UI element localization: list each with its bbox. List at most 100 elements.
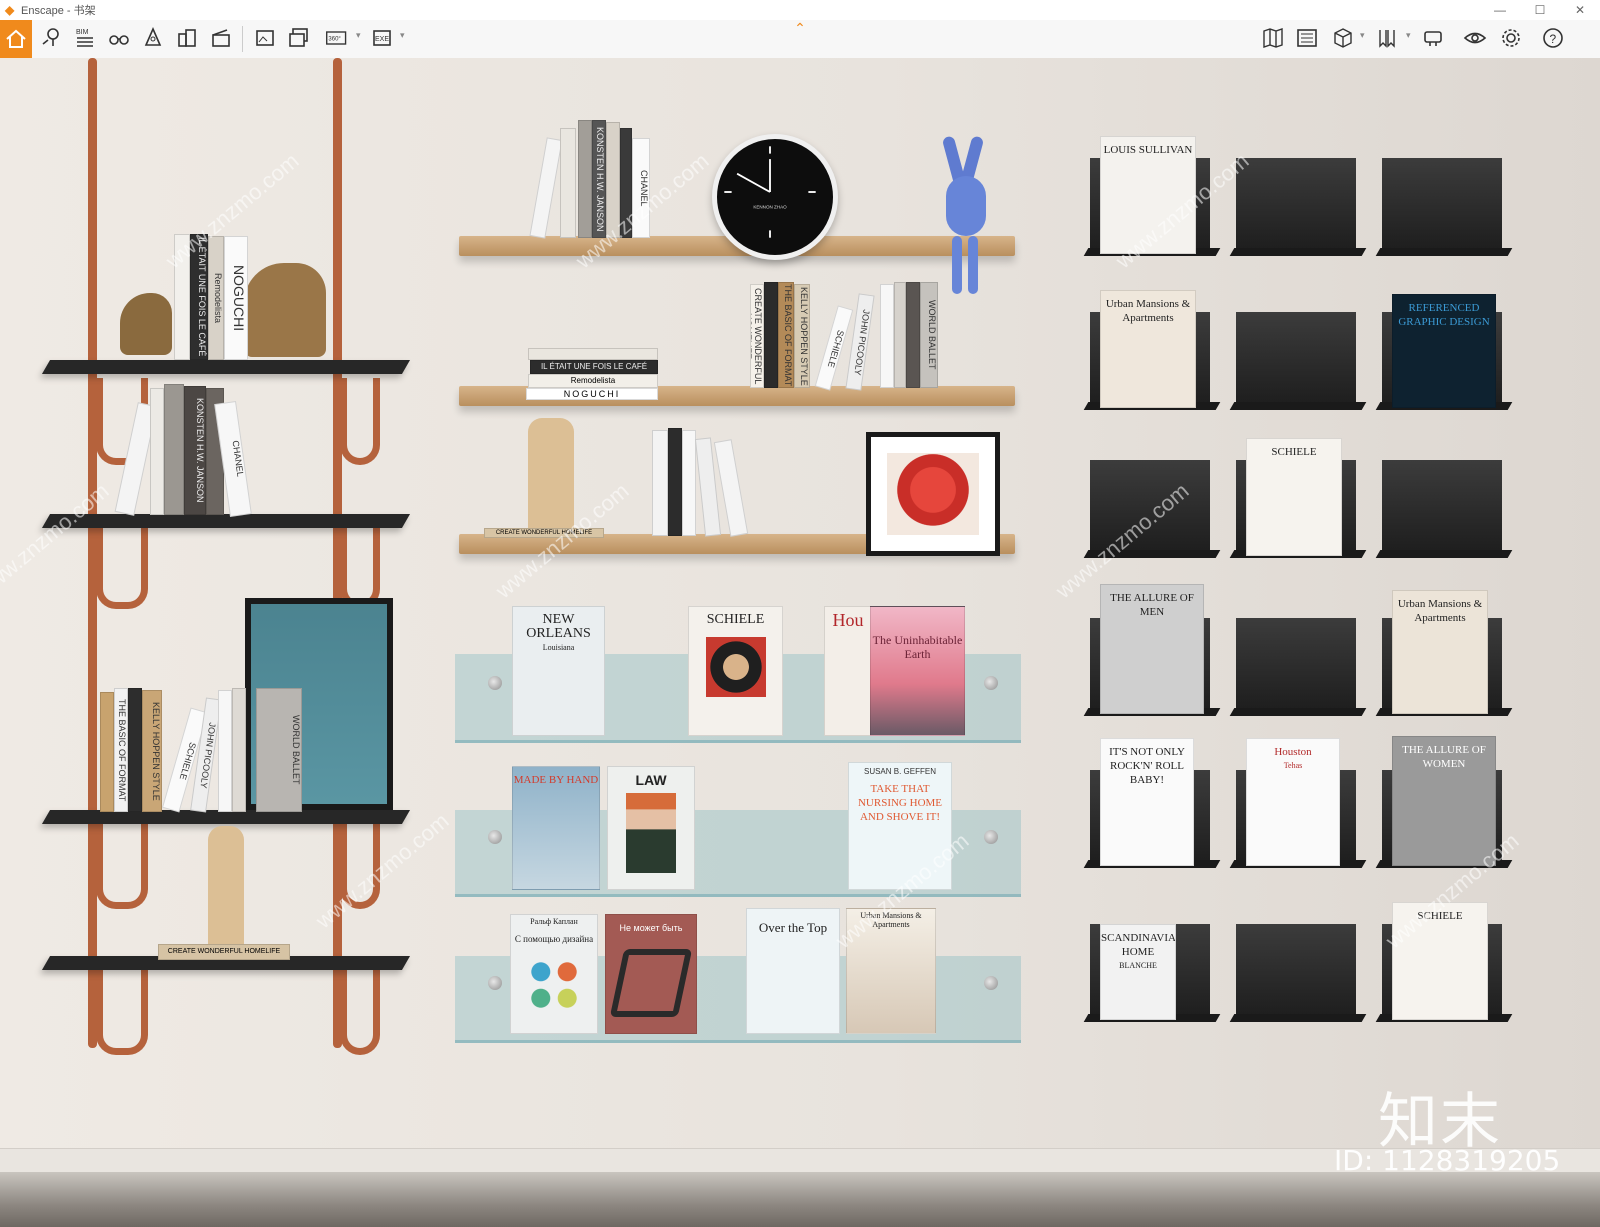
cube-dropdown-caret[interactable]: ▾: [1360, 30, 1365, 41]
magazine-holder: [1375, 460, 1513, 558]
book-spine: [560, 128, 576, 238]
lying-book: CREATE WONDERFUL HOMELIFE: [158, 944, 290, 960]
exe-export-button[interactable]: EXE: [368, 23, 398, 53]
panorama-360-icon: 360°: [326, 31, 347, 45]
location-pin-button[interactable]: [36, 23, 66, 53]
minimize-button[interactable]: —: [1480, 0, 1520, 20]
book-spine: [652, 430, 668, 536]
strap-loop: [340, 524, 380, 609]
home-button[interactable]: [0, 20, 32, 58]
magazine-cover: THE ALLURE OF WOMEN: [1392, 736, 1496, 866]
binoculars-button[interactable]: [104, 23, 134, 53]
strap-loop: [96, 822, 148, 909]
magazine-cover: SCHIELE: [688, 606, 783, 736]
svg-text:KENNON ZHAO: KENNON ZHAO: [753, 204, 787, 209]
viewport-render[interactable]: IL ÉTAIT UNE FOIS LE CAFÉ Remodelista NO…: [0, 58, 1600, 1227]
cube-icon: [1334, 28, 1352, 48]
bookmarks-icon: [1379, 30, 1395, 48]
holder-lip: [1229, 708, 1367, 716]
vr-headset-icon: [1424, 31, 1442, 46]
magazine-holder: [1375, 158, 1513, 256]
svg-text:360°: 360°: [328, 37, 341, 43]
magazine-holder: [1229, 158, 1367, 256]
book-spine: WORLD BALLET: [920, 282, 938, 388]
black-shelf-3: [41, 810, 411, 824]
magazine-title: THE ALLURE OF MEN: [1110, 592, 1194, 618]
lamp-icon: [144, 27, 162, 46]
vr-button[interactable]: [1418, 23, 1448, 53]
shelf-stud: [984, 976, 998, 990]
magazine-cover: Ральф Каплан С помощью дизайна: [510, 914, 598, 1034]
magazine-cover: MADE BY HAND: [512, 766, 600, 890]
visual-settings-button[interactable]: [1460, 23, 1490, 53]
bim-button[interactable]: BIM: [70, 23, 100, 53]
magazine-cover: LAW: [607, 766, 695, 890]
dog-figurine: [120, 293, 172, 355]
clapboard-button[interactable]: [206, 23, 236, 53]
magazine-title: THE ALLURE OF WOMEN: [1402, 744, 1486, 770]
holder-lip: [1375, 550, 1513, 558]
magazine-title: SCHIELE: [1271, 446, 1317, 458]
enscape-logo-icon: ◆: [5, 3, 15, 17]
magazine-cover: Urban Mansions & Apartments: [1100, 290, 1196, 408]
strap-loop: [96, 524, 148, 609]
buildings-button[interactable]: [172, 23, 202, 53]
framed-picture: [866, 432, 1000, 556]
magazine-subtitle: Tehas: [1283, 761, 1303, 770]
book-spine: KONSTEN H.W. JANSON: [184, 386, 206, 515]
magazine-title: Houston: [1274, 746, 1312, 758]
settings-button[interactable]: [1496, 23, 1526, 53]
lying-book: Remodelista: [528, 374, 658, 388]
magazine-cover: THE ALLURE OF MEN: [1100, 584, 1204, 714]
cube-button[interactable]: [1328, 23, 1358, 53]
collapse-toolbar-button[interactable]: ⌃: [792, 20, 808, 36]
shelf-stud: [488, 976, 502, 990]
book-spine: [128, 688, 142, 812]
shelf-stud: [984, 676, 998, 690]
exe-dropdown-caret[interactable]: ▾: [400, 30, 405, 41]
magazine-cover: Urban Mansions & Apartments: [1392, 590, 1488, 714]
holder-lip: [1229, 402, 1367, 410]
bookmarks-dropdown-caret[interactable]: ▾: [1406, 30, 1411, 41]
shelf-stud: [488, 830, 502, 844]
magazine-cover: SCHIELE: [1246, 438, 1342, 556]
eye-icon: [1463, 32, 1487, 44]
assets-button[interactable]: [1292, 23, 1322, 53]
window-title: Enscape - 书架: [21, 5, 96, 17]
book-spine: [880, 284, 894, 388]
book-spine: NOGUCHI: [224, 236, 248, 360]
light-button[interactable]: [138, 23, 168, 53]
magazine-cover: SCANDINAVIAN HOME BLANCHE: [1100, 924, 1176, 1020]
book-spine: [150, 388, 164, 515]
magazine-title: Urban Mansions & Apartments: [1397, 598, 1483, 624]
book-spine: [906, 282, 920, 388]
panorama-button[interactable]: 360°: [320, 23, 354, 53]
magazine-cover: The Uninhabitable Earth: [870, 606, 965, 736]
wooden-hand-figurine: [208, 826, 244, 950]
toolbar-separator: [242, 26, 243, 52]
book-spine: [529, 137, 563, 239]
close-button[interactable]: ✕: [1560, 0, 1600, 20]
magazine-title: REFERENCED GRAPHIC DESIGN: [1398, 302, 1490, 328]
help-button[interactable]: ?: [1538, 23, 1568, 53]
bookmarks-button[interactable]: [1372, 23, 1402, 53]
wooden-hand-figurine: [528, 418, 574, 536]
magazine-cover: REFERENCED GRAPHIC DESIGN: [1392, 294, 1496, 408]
book-spine: [232, 688, 246, 812]
magazine-cover: NEW ORLEANS Louisiana: [512, 606, 605, 736]
magazine-title: IT'S NOT ONLY ROCK'N' ROLL BABY!: [1109, 746, 1185, 786]
magazine-cover: Over the Top: [746, 908, 840, 1034]
exe-export-icon: EXE: [373, 30, 391, 46]
map-button[interactable]: [1258, 23, 1288, 53]
strap-loop: [96, 966, 148, 1055]
binoculars-icon: [109, 35, 129, 45]
book-spine: [218, 690, 232, 812]
magazine-holder: [1229, 312, 1367, 410]
batch-render-button[interactable]: [284, 23, 314, 53]
panorama-dropdown-caret[interactable]: ▾: [356, 30, 361, 41]
maximize-button[interactable]: ☐: [1520, 0, 1560, 20]
screenshot-button[interactable]: [250, 23, 280, 53]
clock-face-icon: KENNON ZHAO: [724, 146, 816, 238]
strap-loop: [340, 966, 380, 1055]
dog-figurine: [244, 263, 326, 357]
